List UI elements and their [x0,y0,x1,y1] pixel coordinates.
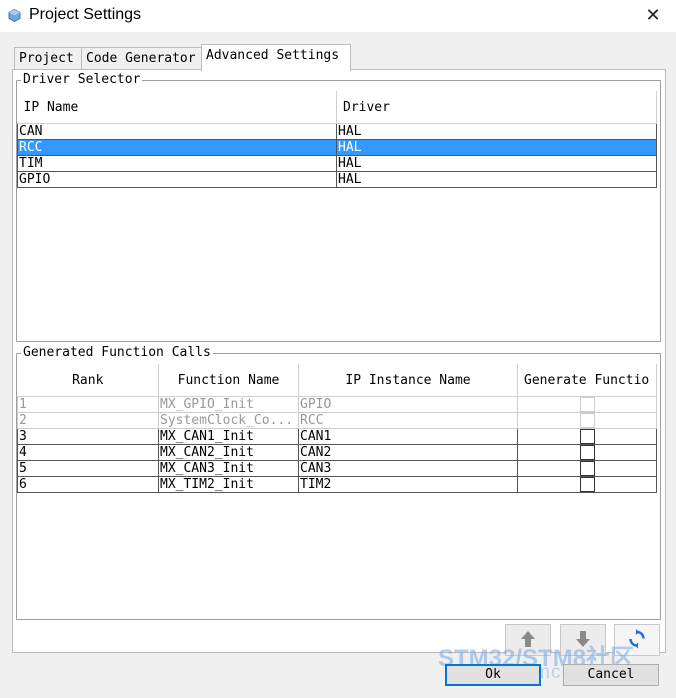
generate-checkbox-cell [517,396,657,413]
move-down-button[interactable] [560,624,606,656]
function-row[interactable]: 6 MX_TIM2_Init TIM2 [17,476,657,493]
ok-button[interactable]: Ok [445,664,541,686]
column-header-ip-instance[interactable]: IP Instance Name [298,364,518,397]
tab-project[interactable]: Project [14,47,86,70]
rank-cell: 6 [17,476,159,493]
generate-checkbox [579,413,595,428]
driver-row[interactable]: CAN HAL [17,123,657,140]
function-name-cell: MX_CAN3_Init [158,460,299,477]
rank-cell: 3 [17,428,159,445]
generate-checkbox-cell [517,428,657,445]
rank-cell: 4 [17,444,159,461]
driver-cell[interactable]: HAL [336,155,657,172]
ip-name-cell: TIM [17,155,337,172]
function-name-cell: SystemClock_Co... [158,412,299,429]
function-calls-header: Rank Function Name IP Instance Name Gene… [17,364,657,397]
function-name-cell: MX_CAN2_Init [158,444,299,461]
function-name-cell: MX_GPIO_Init [158,396,299,413]
rank-cell: 1 [17,396,159,413]
app-cube-icon [8,9,21,22]
ip-instance-cell: CAN2 [298,444,518,461]
function-row[interactable]: 5 MX_CAN3_Init CAN3 [17,460,657,477]
function-row[interactable]: 2 SystemClock_Co... RCC [17,412,657,429]
arrow-up-icon [521,631,535,647]
generate-checkbox[interactable] [579,477,595,492]
ip-name-cell: CAN [17,123,337,140]
function-name-cell: MX_TIM2_Init [158,476,299,493]
driver-cell[interactable]: HAL [336,171,657,188]
generate-checkbox[interactable] [579,445,595,460]
column-header-generate-function[interactable]: Generate Functio [517,364,657,397]
function-row[interactable]: 4 MX_CAN2_Init CAN2 [17,444,657,461]
driver-selector-label: Driver Selector [21,72,143,88]
generate-checkbox [579,397,595,412]
ip-instance-cell: GPIO [298,396,518,413]
title-bar: Project Settings ✕ [0,0,676,32]
driver-row[interactable]: GPIO HAL [17,171,657,188]
refresh-button[interactable] [614,624,660,656]
rank-cell: 2 [17,412,159,429]
refresh-icon [629,629,645,649]
generate-checkbox-cell [517,476,657,493]
ip-name-cell: RCC [17,139,337,156]
rank-cell: 5 [17,460,159,477]
function-row[interactable]: 1 MX_GPIO_Init GPIO [17,396,657,413]
ip-instance-cell: RCC [298,412,518,429]
function-calls-group: Generated Function Calls Rank Function N… [16,345,661,620]
advanced-settings-panel: Driver Selector IP Name Driver CAN HAL R… [12,69,666,653]
generate-checkbox-cell [517,412,657,429]
generate-checkbox[interactable] [579,461,595,476]
generate-checkbox-cell [517,444,657,461]
function-calls-table: Rank Function Name IP Instance Name Gene… [17,364,657,493]
driver-cell[interactable]: HAL [336,139,657,156]
column-header-rank[interactable]: Rank [17,364,159,397]
window-title: Project Settings [29,6,142,23]
driver-selector-group: Driver Selector IP Name Driver CAN HAL R… [16,72,661,342]
function-calls-label: Generated Function Calls [21,345,213,361]
column-header-driver[interactable]: Driver [336,91,657,124]
driver-cell[interactable]: HAL [336,123,657,140]
driver-row[interactable]: TIM HAL [17,155,657,172]
cancel-button[interactable]: Cancel [563,664,659,686]
ip-instance-cell: TIM2 [298,476,518,493]
driver-table: IP Name Driver CAN HAL RCC HAL TIM HAL G… [17,91,657,188]
arrow-down-icon [576,631,590,647]
move-up-button[interactable] [505,624,551,656]
ip-instance-cell: CAN3 [298,460,518,477]
ip-instance-cell: CAN1 [298,428,518,445]
generate-checkbox[interactable] [579,429,595,444]
function-name-cell: MX_CAN1_Init [158,428,299,445]
generate-checkbox-cell [517,460,657,477]
function-row[interactable]: 3 MX_CAN1_Init CAN1 [17,428,657,445]
driver-table-header: IP Name Driver [17,91,657,124]
driver-row-selected[interactable]: RCC HAL [17,139,657,156]
tab-code-generator[interactable]: Code Generator [81,47,203,70]
column-header-function-name[interactable]: Function Name [158,364,299,397]
ip-name-cell: GPIO [17,171,337,188]
close-button[interactable]: ✕ [630,0,676,32]
column-header-ip-name[interactable]: IP Name [17,91,337,124]
tab-advanced-settings[interactable]: Advanced Settings [201,44,351,71]
